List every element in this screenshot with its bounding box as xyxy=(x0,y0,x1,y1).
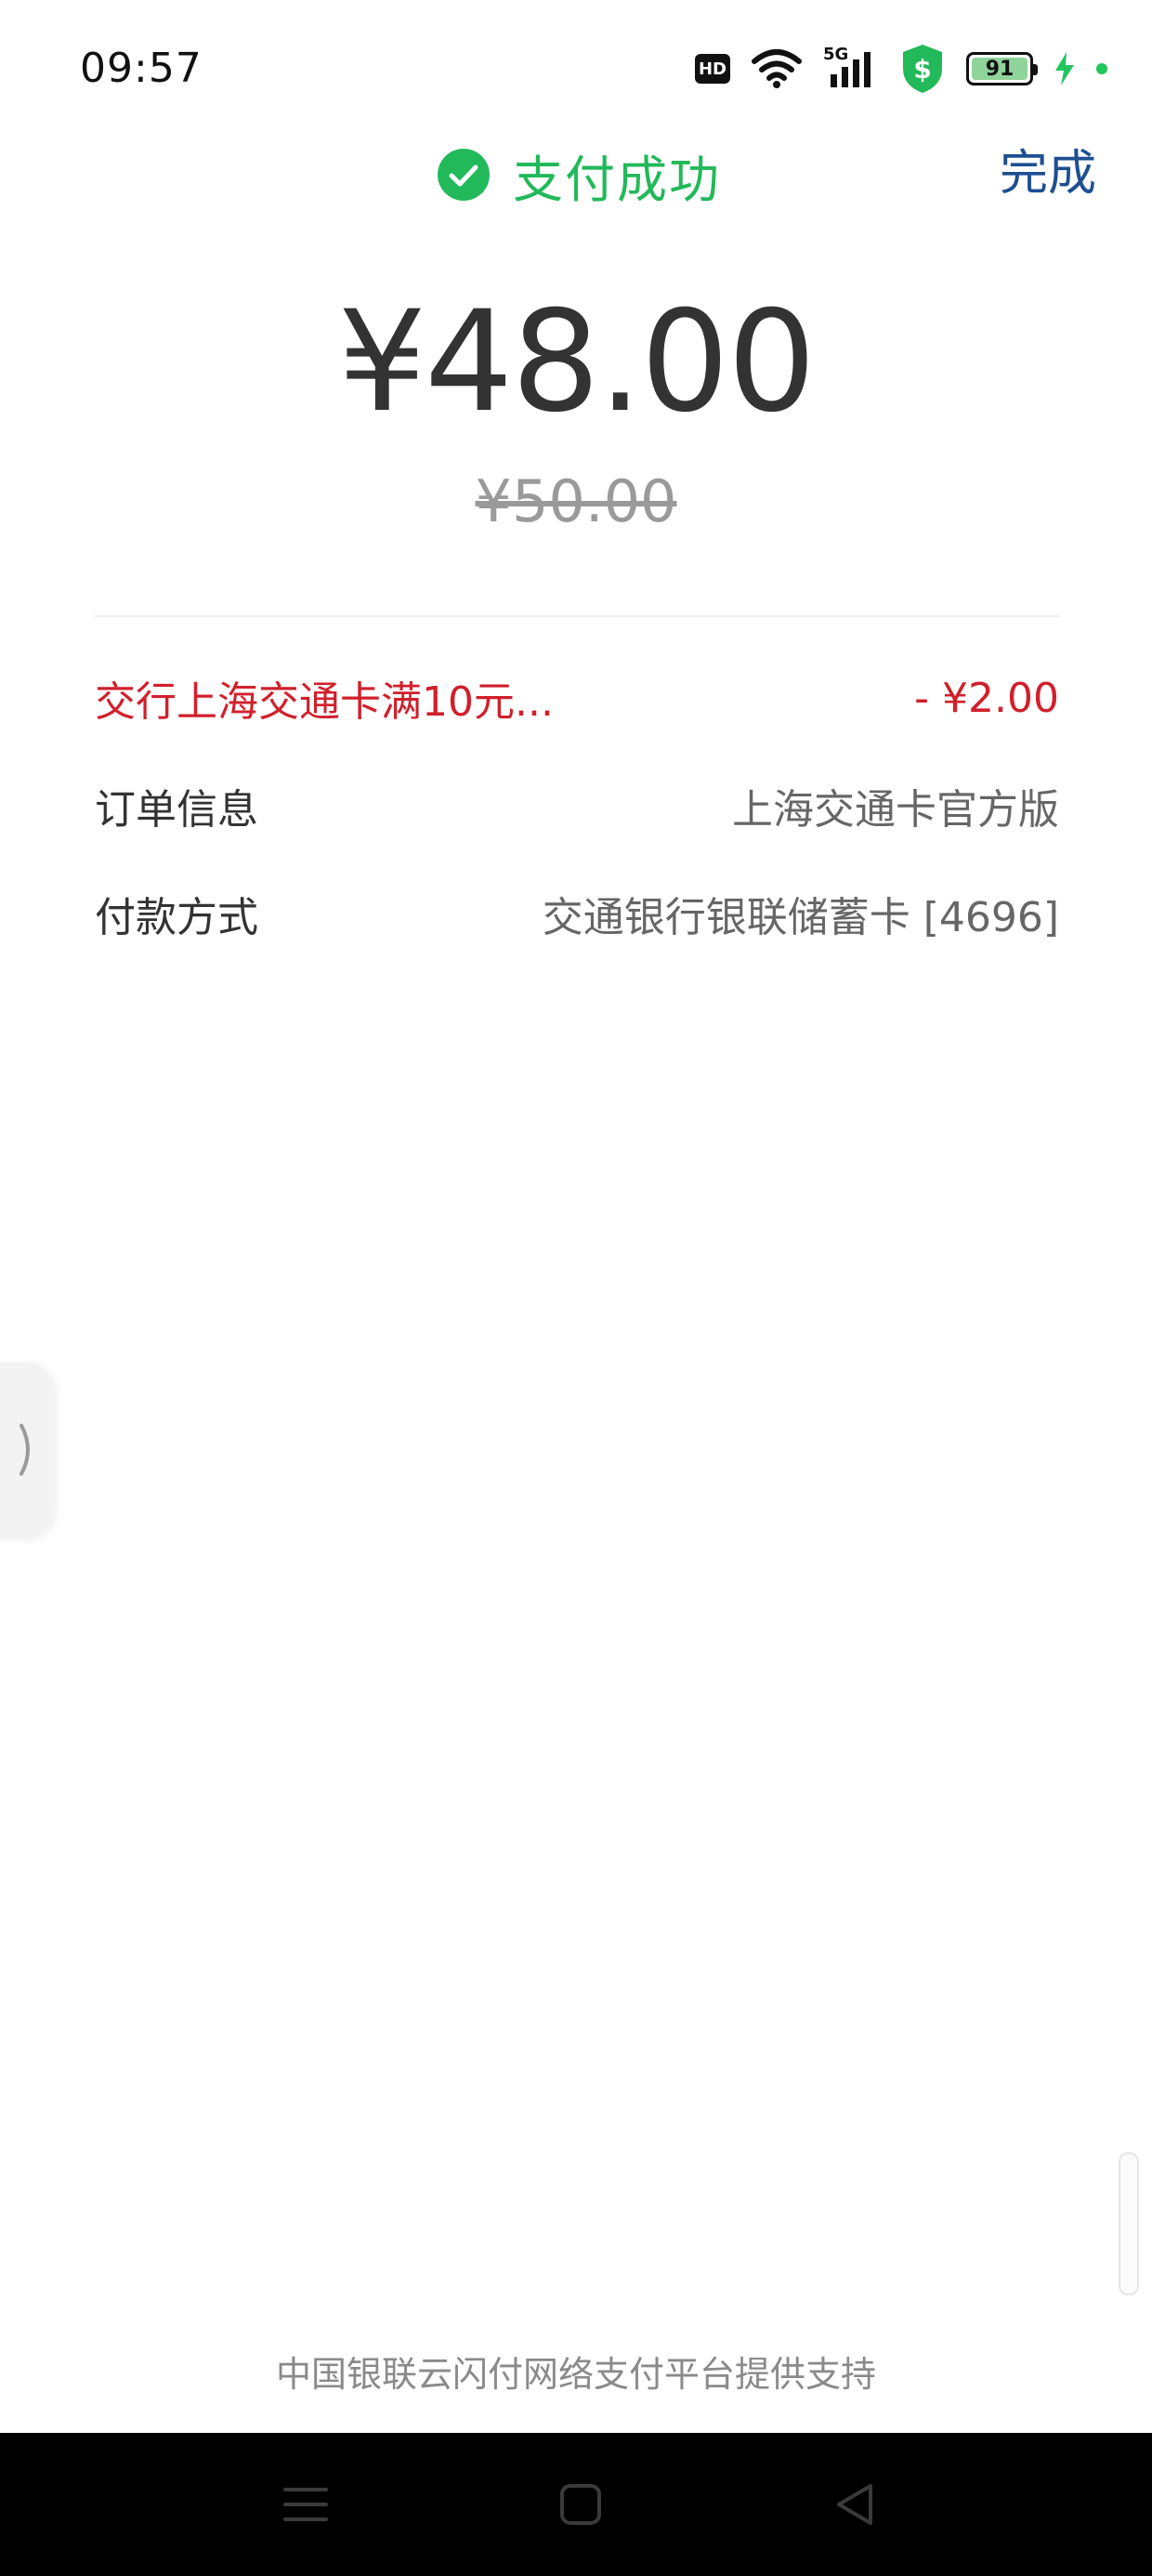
svg-text:$: $ xyxy=(913,54,931,85)
paid-amount: ¥48.00 xyxy=(337,282,817,443)
payment-method-label: 付款方式 xyxy=(95,894,258,941)
system-nav-bar xyxy=(0,2433,1152,2576)
hd-icon: HD xyxy=(695,54,730,84)
discount-value: - ¥2.00 xyxy=(914,674,1059,722)
order-info-label: 订单信息 xyxy=(95,786,258,834)
status-bar: 09:57 HD 5G $ 91 xyxy=(0,0,1152,130)
notification-dot-icon xyxy=(1096,63,1107,74)
order-info-row: 订单信息 上海交通卡官方版 xyxy=(95,773,1059,838)
order-info-value: 上海交通卡官方版 xyxy=(732,786,1059,834)
scrollbar[interactable] xyxy=(1119,2152,1139,2295)
charging-icon xyxy=(1055,52,1074,85)
wifi-icon xyxy=(752,49,802,88)
discount-row: 交行上海交通卡满10元... - ¥2.00 xyxy=(95,665,1059,730)
side-drawer-handle[interactable] xyxy=(0,1362,54,1537)
check-circle-icon xyxy=(438,149,490,201)
battery-icon: 91 xyxy=(966,52,1038,85)
payment-method-row: 付款方式 交通银行银联储蓄卡 [4696] xyxy=(95,881,1059,946)
nav-back-button[interactable] xyxy=(823,2472,888,2537)
status-icons: HD 5G $ 91 xyxy=(695,41,1107,97)
home-square-icon xyxy=(560,2484,601,2525)
footer-note: 中国银联云闪付网络支付平台提供支持 xyxy=(275,2354,876,2395)
discount-label: 交行上海交通卡满10元... xyxy=(95,678,554,726)
nav-home-button[interactable] xyxy=(548,2472,613,2537)
nav-menu-button[interactable] xyxy=(273,2472,338,2537)
original-amount: ¥50.00 xyxy=(475,467,677,535)
back-triangle-icon xyxy=(837,2484,872,2525)
menu-icon xyxy=(283,2488,328,2521)
done-button[interactable]: 完成 xyxy=(1000,141,1096,206)
cellular-signal-icon: 5G xyxy=(823,45,879,89)
status-time: 09:57 xyxy=(80,45,203,92)
payment-success-title: 支付成功 xyxy=(437,138,721,212)
battery-level: 91 xyxy=(985,57,1015,81)
header: 支付成功 完成 xyxy=(0,130,1152,232)
divider xyxy=(95,615,1059,617)
chevron-right-icon xyxy=(20,1424,30,1476)
security-shield-icon: $ xyxy=(903,45,942,93)
payment-method-value: 交通银行银联储蓄卡 [4696] xyxy=(542,894,1059,941)
page-title: 支付成功 xyxy=(513,150,721,209)
